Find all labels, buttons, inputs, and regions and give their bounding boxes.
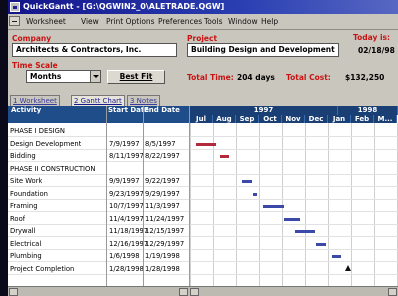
gantt-bar[interactable] <box>284 217 300 221</box>
project-label: Project <box>187 34 218 43</box>
tab-gantt-chart[interactable]: 2 Gantt Chart <box>71 95 125 106</box>
column-divider-end <box>143 106 144 286</box>
column-header-filler <box>8 115 190 123</box>
timescale-label: Time Scale <box>12 61 58 70</box>
chevron-down-icon[interactable] <box>90 71 100 82</box>
year-header-1997: 1997 <box>190 106 338 115</box>
table-row[interactable]: PHASE I DESIGN <box>8 125 398 137</box>
window-title: QuickGantt - [G:\QGWIN2_0\ALETRADE.QGW] <box>23 2 225 11</box>
table-row[interactable]: Electrical 12/16/1997 12/29/1997 <box>8 238 398 250</box>
month-header-1: Aug <box>213 115 236 123</box>
company-label: Company <box>12 34 52 43</box>
table-row[interactable]: Foundation 9/23/1997 9/29/1997 <box>8 188 398 200</box>
table-row[interactable]: Roof 11/4/1997 11/24/1997 <box>8 213 398 225</box>
project-field[interactable]: Building Design and Development <box>187 43 339 57</box>
app-icon[interactable] <box>10 2 20 12</box>
gantt-bar[interactable] <box>331 255 342 258</box>
end-date-header[interactable]: End Date <box>144 106 180 115</box>
gantt-bar[interactable] <box>195 142 216 146</box>
total-time-value: 204 days <box>237 73 275 82</box>
horizontal-scrollbar[interactable] <box>8 286 398 296</box>
table-row[interactable]: Bidding 8/11/1997 8/22/1997 <box>8 150 398 162</box>
milestone-marker[interactable] <box>345 264 352 271</box>
activity-header[interactable]: Activity <box>11 106 41 115</box>
menu-tools[interactable]: Tools <box>204 14 222 29</box>
gantt-bar[interactable] <box>295 230 316 233</box>
year-header-1998: 1998 <box>338 106 398 115</box>
menu-print-options[interactable]: Print Options <box>106 14 155 29</box>
menu-worksheet[interactable]: Worksheet <box>26 14 66 29</box>
table-row[interactable]: PHASE II CONSTRUCTION <box>8 163 398 175</box>
gantt-bar[interactable] <box>252 192 258 196</box>
app-window: QuickGantt - [G:\QGWIN2_0\ALETRADE.QGW] … <box>8 0 398 296</box>
gantt-bar[interactable] <box>316 242 326 246</box>
menu-window[interactable]: Window <box>228 14 258 29</box>
timescale-value: Months <box>30 72 62 81</box>
timescale-select[interactable]: Months <box>26 70 101 83</box>
month-header-8: M... <box>374 115 397 123</box>
scroll-left-icon[interactable] <box>9 288 18 296</box>
table-row[interactable]: Project Completion 1/28/1998 1/28/1998 <box>8 263 398 275</box>
gantt-bar[interactable] <box>263 205 284 208</box>
month-header-5: Dec <box>305 115 328 123</box>
total-cost-label: Total Cost: <box>286 73 331 82</box>
month-header-7: Feb <box>351 115 374 123</box>
table-row[interactable]: Framing 10/7/1997 11/3/1997 <box>8 200 398 212</box>
menu-bar: Worksheet View Print Options Preferences… <box>8 14 398 30</box>
menu-preferences[interactable]: Preferences <box>158 14 202 29</box>
column-divider-chart <box>189 106 190 286</box>
system-menu-icon[interactable] <box>9 16 20 26</box>
gantt-bar[interactable] <box>220 155 229 158</box>
menu-view[interactable]: View <box>81 14 99 29</box>
today-label: Today is: <box>353 33 391 42</box>
menu-help[interactable]: Help <box>261 14 278 29</box>
total-cost-value: $132,250 <box>345 73 385 82</box>
total-time-label: Total Time: <box>187 73 234 82</box>
table-row[interactable]: Drywall 11/18/1997 12/15/1997 <box>8 225 398 237</box>
title-bar[interactable]: QuickGantt - [G:\QGWIN2_0\ALETRADE.QGW] <box>8 0 398 14</box>
scroll-right-icon[interactable] <box>179 288 188 296</box>
gantt-grid: Activity Start Date End Date 1997 1998 J… <box>8 106 398 286</box>
best-fit-button[interactable]: Best Fit <box>107 70 165 84</box>
today-value: 02/18/98 <box>358 46 395 55</box>
company-field[interactable]: Architects & Contractors, Inc. <box>12 43 177 57</box>
row-separator <box>8 273 398 275</box>
month-header-3: Oct <box>259 115 282 123</box>
chart-scroll-left-icon[interactable] <box>190 288 199 296</box>
month-header-6: Jan <box>328 115 351 123</box>
month-header-2: Sep <box>236 115 259 123</box>
month-header-0: Jul <box>190 115 213 123</box>
month-header-4: Nov <box>282 115 305 123</box>
column-divider-start <box>106 106 107 286</box>
table-row[interactable]: Site Work 9/9/1997 9/22/1997 <box>8 175 398 187</box>
gantt-bar[interactable] <box>242 180 253 183</box>
tab-notes[interactable]: 3 Notes <box>127 95 160 106</box>
chart-scroll-right-icon[interactable] <box>388 288 397 296</box>
tab-worksheet[interactable]: 1 Worksheet <box>10 95 60 106</box>
